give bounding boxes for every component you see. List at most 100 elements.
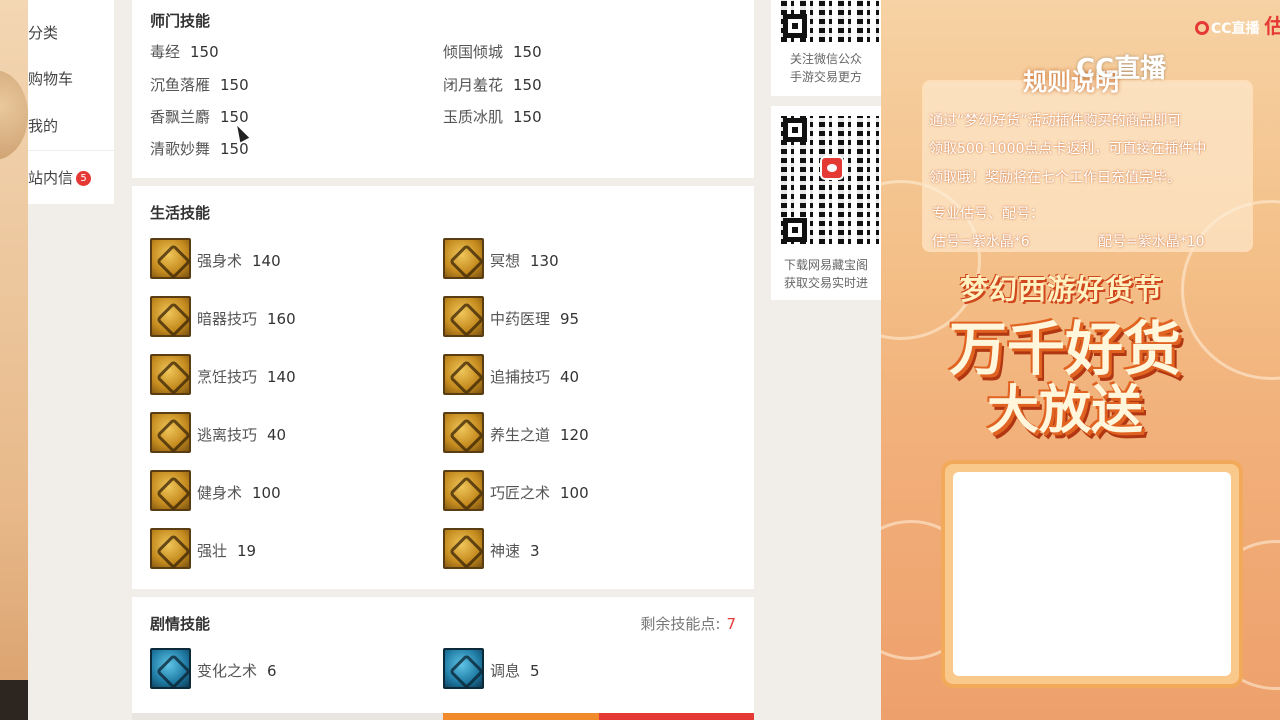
breath-icon — [443, 648, 484, 689]
skill-name: 冥想 — [490, 252, 521, 270]
skill-name: 烹饪技巧 — [197, 368, 258, 386]
story-skills-panel: 剧情技能 剩余技能点: 7 变化之术 6 调息 5 — [132, 597, 754, 720]
skill-level: 130 — [530, 252, 559, 270]
skill-name: 强壮 — [197, 542, 228, 560]
nav-item-category[interactable]: 分类 — [28, 22, 58, 43]
shimen-skill: 闭月羞花 150 — [443, 74, 542, 95]
skill-level: 150 — [220, 76, 249, 94]
muscle-icon — [150, 528, 191, 569]
nav-item-inbox-label: 站内信 — [28, 169, 74, 187]
shimen-skill: 香飘兰麝 150 — [150, 106, 249, 127]
skill-name: 玉质冰肌 — [443, 108, 504, 126]
wechat-qr-code — [781, 0, 879, 42]
shimen-title: 师门技能 — [150, 12, 211, 30]
remaining-label: 剩余技能点: — [640, 615, 721, 633]
decor-blob — [0, 70, 28, 160]
skill-name: 沉鱼落雁 — [150, 76, 211, 94]
bottom-bar-red-button[interactable] — [599, 713, 754, 720]
speed-icon — [443, 528, 484, 569]
service-title: 专业估号、配号： — [932, 206, 1044, 222]
qr-finder-icon — [783, 118, 807, 142]
skill-name: 逃离技巧 — [197, 426, 258, 444]
wechat-qr-line2: 手游交易更方 — [789, 70, 862, 84]
chase-icon — [443, 354, 484, 395]
app-qr-card: 下载网易藏宝阁 获取交易实时进 — [771, 106, 881, 300]
video-frame-inner — [953, 472, 1231, 676]
nav-item-mine[interactable]: 我的 — [28, 115, 58, 136]
shimen-skill: 玉质冰肌 150 — [443, 106, 542, 127]
qr-finder-icon — [783, 218, 807, 242]
skill-level: 150 — [220, 108, 249, 126]
skill-level: 140 — [267, 368, 296, 386]
life-title: 生活技能 — [150, 204, 211, 222]
rule-box — [922, 80, 1253, 252]
skill-level: 6 — [267, 662, 277, 680]
inbox-badge: 5 — [76, 171, 92, 186]
skill-level: 150 — [513, 108, 542, 126]
estimate-label: 估价 — [1264, 14, 1280, 38]
shimen-skill: 毒经 150 — [150, 41, 219, 62]
skill-name: 清歌妙舞 — [150, 140, 211, 158]
shimen-skill: 沉鱼落雁 150 — [150, 74, 249, 95]
life-skills-panel: 生活技能 强身术 140 冥想 130 暗器技巧 160 中药医理 95 烹饪技巧 140… — [132, 186, 754, 589]
skill-level: 150 — [513, 43, 542, 61]
strength-icon — [150, 238, 191, 279]
skill-level: 150 — [190, 43, 219, 61]
rule-line-1: 通过“梦幻好货”活动插件购买的商品即可 — [929, 113, 1182, 129]
cooking-icon — [150, 354, 191, 395]
skill-level: 19 — [237, 542, 257, 560]
cc-logo-text: CC直播 — [1211, 21, 1260, 37]
dark-corner — [0, 680, 28, 720]
nav-item-cart[interactable]: 购物车 — [28, 68, 73, 89]
skill-name: 神速 — [490, 542, 521, 560]
transform-icon — [150, 648, 191, 689]
herb-icon — [443, 296, 484, 337]
shimen-skill: 倾国倾城 150 — [443, 41, 542, 62]
wechat-qr-card: 关注微信公众 手游交易更方 — [771, 0, 881, 96]
skill-name: 巧匠之术 — [490, 484, 551, 502]
skill-name: 强身术 — [197, 252, 243, 270]
meditate-icon — [443, 238, 484, 279]
skill-level: 120 — [560, 426, 589, 444]
skill-level: 140 — [252, 252, 281, 270]
wechat-qr-line1: 关注微信公众 — [789, 52, 862, 66]
shimen-skill: 清歌妙舞 150 — [150, 138, 249, 159]
skill-level: 100 — [560, 484, 589, 502]
skill-name: 暗器技巧 — [197, 310, 258, 328]
skill-level: 95 — [560, 310, 580, 328]
skill-level: 150 — [513, 76, 542, 94]
app-qr-line2: 获取交易实时进 — [783, 276, 868, 290]
skill-name: 养生之道 — [490, 426, 551, 444]
skill-level: 160 — [267, 310, 296, 328]
skill-level: 5 — [530, 662, 540, 680]
fitness-icon — [150, 470, 191, 511]
service-estimate: 估号=紫水晶*6 — [932, 234, 1030, 250]
cc-ring-icon — [1195, 21, 1209, 35]
rule-line-3: 领取哦！奖励将在七个工作日充值完毕。 — [929, 170, 1181, 186]
service-match: 配号=紫水晶*10 — [1098, 234, 1205, 250]
skill-name: 毒经 — [150, 43, 181, 61]
skill-name: 倾国倾城 — [443, 43, 504, 61]
cc-watermark: CC直播 — [1076, 54, 1167, 84]
skill-name: 香飘兰麝 — [150, 108, 211, 126]
remaining-value: 7 — [726, 615, 736, 633]
dart-icon — [150, 296, 191, 337]
shimen-skills-panel: 师门技能 毒经 150 倾国倾城 150 沉鱼落雁 150 闭月羞花 150 香飘兰麝 1… — [132, 0, 754, 178]
skill-name: 变化之术 — [197, 662, 258, 680]
nav-item-inbox[interactable]: 站内信 5 — [28, 167, 92, 188]
health-icon — [443, 412, 484, 453]
remaining-points: 剩余技能点: 7 — [640, 613, 736, 634]
qr-finder-icon — [783, 14, 807, 38]
left-nav: 分类 购物车 我的 站内信 5 — [28, 0, 114, 204]
skill-level: 150 — [220, 140, 249, 158]
craft-icon — [443, 470, 484, 511]
promo-overlay: CC直播 估价 规则说明 CC直播 通过“梦幻好货”活动插件购买的商品即可 领取… — [881, 0, 1280, 720]
cbg-logo-icon — [820, 156, 844, 180]
bottom-bar-orange-button[interactable] — [443, 713, 599, 720]
skill-name: 闭月羞花 — [443, 76, 504, 94]
app-qr-code — [781, 116, 879, 244]
skill-level: 100 — [252, 484, 281, 502]
bottom-bar-left — [132, 713, 443, 720]
escape-icon — [150, 412, 191, 453]
skill-level: 3 — [530, 542, 540, 560]
